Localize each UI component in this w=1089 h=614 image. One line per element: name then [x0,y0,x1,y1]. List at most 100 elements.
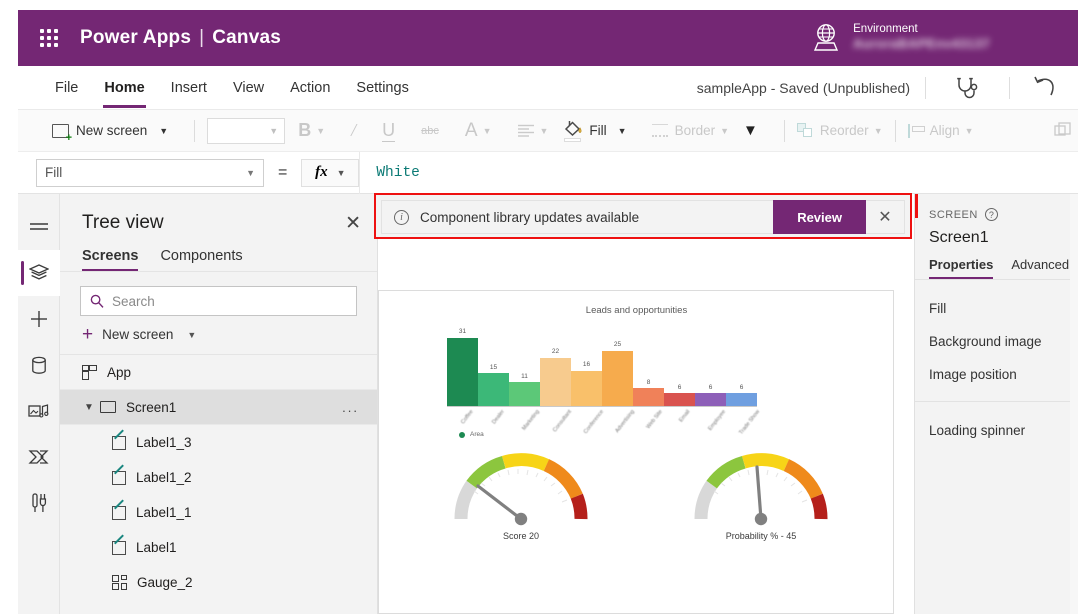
formula-input[interactable]: White [359,151,1078,194]
bar-fill [540,357,571,406]
panel-scrollbar[interactable] [1070,194,1078,614]
tree-view-panel: Tree view ✕ Screens Components Search + … [60,194,378,614]
tree-node-label1-1[interactable]: Label1_1 [60,495,377,530]
brand-powerapps: Power Apps [80,27,192,48]
app-screen-preview[interactable]: Leads and opportunities 31 15 11 22 16 25 8 6 6 6… [378,290,894,614]
property-fill[interactable]: Fill [915,292,1078,325]
gauge-row: Score 20 Probability % - 45 [401,443,881,603]
property-background-image[interactable]: Background image [915,325,1078,358]
media-icon[interactable] [18,388,60,434]
tree-new-screen-button[interactable]: + New screen ▼ [60,316,377,356]
fill-button[interactable]: Fill ▼ [563,120,627,142]
x-label-cell: Email [664,409,695,424]
tree-node-label1[interactable]: Label1 [60,530,377,565]
font-family-select[interactable]: ▼ [207,117,286,144]
chevron-down-icon: ▼ [316,125,326,136]
underline-button[interactable]: U [382,119,396,142]
properties-panel: SCREEN ? Screen1 Properties Advanced Fil… [914,194,1078,614]
menu-item-insert[interactable]: Insert [158,76,220,100]
divider [894,119,896,142]
brand-canvas: Canvas [212,27,282,48]
help-circle-icon[interactable]: ? [984,208,998,221]
text-align-button[interactable]: ▼ [517,124,548,137]
bold-button[interactable]: B ▼ [298,120,325,141]
bar-fill [509,381,540,406]
data-sources-icon[interactable] [18,342,60,388]
tree-node-label1-2[interactable]: Label1_2 [60,460,377,495]
label-icon [112,540,126,555]
x-axis-tick-label: Coffee [460,409,476,426]
bar-fill [695,392,726,406]
tab-screens[interactable]: Screens [82,248,139,271]
property-select[interactable]: Fill ▼ [36,158,264,187]
fx-button[interactable]: fx ▼ [301,158,360,187]
tab-components[interactable]: Components [160,248,242,271]
toolbar-expand-button[interactable]: ▼ [743,122,758,139]
menu-item-file[interactable]: File [42,76,91,100]
x-label-cell: Advertising [602,409,635,434]
underline-label: U [382,119,396,142]
review-button[interactable]: Review [773,200,866,234]
align-objects-icon [907,123,925,138]
gauge-score[interactable]: Score 20 [401,443,641,603]
menu-item-view[interactable]: View [220,76,277,100]
tree-view-layers-icon[interactable] [17,250,60,296]
bar-chart[interactable]: Leads and opportunities 31 15 11 22 16 25 8 6 6 6… [409,305,864,440]
fill-color-swatch [564,137,582,142]
bar-fill [664,392,695,406]
undo-arrow-icon[interactable] [1032,75,1060,101]
reorder-button[interactable]: Reorder ▼ [796,123,883,138]
italic-button[interactable]: / [351,120,356,141]
bar-fill [602,351,633,406]
tree-node-label: Gauge_2 [137,575,193,591]
group-icon[interactable] [1054,121,1072,140]
border-button[interactable]: Border ▼ [651,123,729,138]
property-image-position[interactable]: Image position [915,358,1078,391]
property-loading-spinner[interactable]: Loading spinner [915,414,1078,447]
tree-node-label1-3[interactable]: Label1_3 [60,425,377,460]
control-kind-label: SCREEN [929,208,978,221]
format-toolbar: New screen ▼ ▼ B▼ / U abc A▼ ▼ [18,110,1078,152]
menu-item-action[interactable]: Action [277,76,343,100]
overflow-menu-icon[interactable]: ... [342,400,359,415]
align-objects-button[interactable]: Align ▼ [907,123,974,138]
x-axis-tick-label: Web Site [645,409,665,431]
chart-legend: Area [459,431,484,438]
info-icon: i [394,209,409,225]
environment-selector[interactable]: Environment AuroraBAPEnv43137 [813,22,990,53]
chart-title: Leads and opportunities [585,305,688,316]
tree-node-screen1[interactable]: ▼ Screen1 ... [60,390,377,426]
control-name: Screen1 [929,229,989,246]
new-screen-button[interactable]: New screen ▼ [52,123,168,144]
tab-properties[interactable]: Properties [929,257,994,279]
gauge-probability[interactable]: Probability % - 45 [641,443,881,603]
tree-view-header: Tree view ✕ [60,194,377,242]
tree-node-gauge-2[interactable]: Gauge_2 [60,565,377,600]
power-automate-icon[interactable] [18,434,60,480]
app-checker-stethoscope-icon[interactable] [954,76,980,100]
chevron-down-icon[interactable]: ▼ [84,402,94,413]
border-icon [651,124,668,137]
hamburger-menu-icon[interactable] [18,204,60,250]
search-input[interactable]: Search [80,286,357,316]
x-axis-tick-label: Employee [707,409,728,432]
font-color-button[interactable]: A ▼ [465,120,492,142]
search-placeholder: Search [112,293,155,309]
variables-tools-icon[interactable] [18,480,60,526]
strikethrough-button[interactable]: abc [421,125,439,137]
gauge-caption: Probability % - 45 [725,531,797,541]
tree-node-app[interactable]: App [60,355,377,391]
globe-icon [814,24,839,52]
menu-item-home[interactable]: Home [91,76,157,108]
x-axis-tick-label: Trade Show [738,409,761,436]
tab-advanced[interactable]: Advanced [1011,257,1069,279]
insert-plus-icon[interactable] [18,296,60,342]
menu-item-settings[interactable]: Settings [343,76,421,100]
close-icon[interactable]: ✕ [866,200,904,234]
app-launcher-icon[interactable] [32,29,66,47]
x-axis-tick-label: Consultant [552,409,574,434]
new-screen-label: New screen [76,123,148,138]
bar-value-label: 22 [551,347,560,355]
close-icon[interactable]: ✕ [345,214,361,233]
x-axis-tick-label: Marketing [521,409,542,432]
